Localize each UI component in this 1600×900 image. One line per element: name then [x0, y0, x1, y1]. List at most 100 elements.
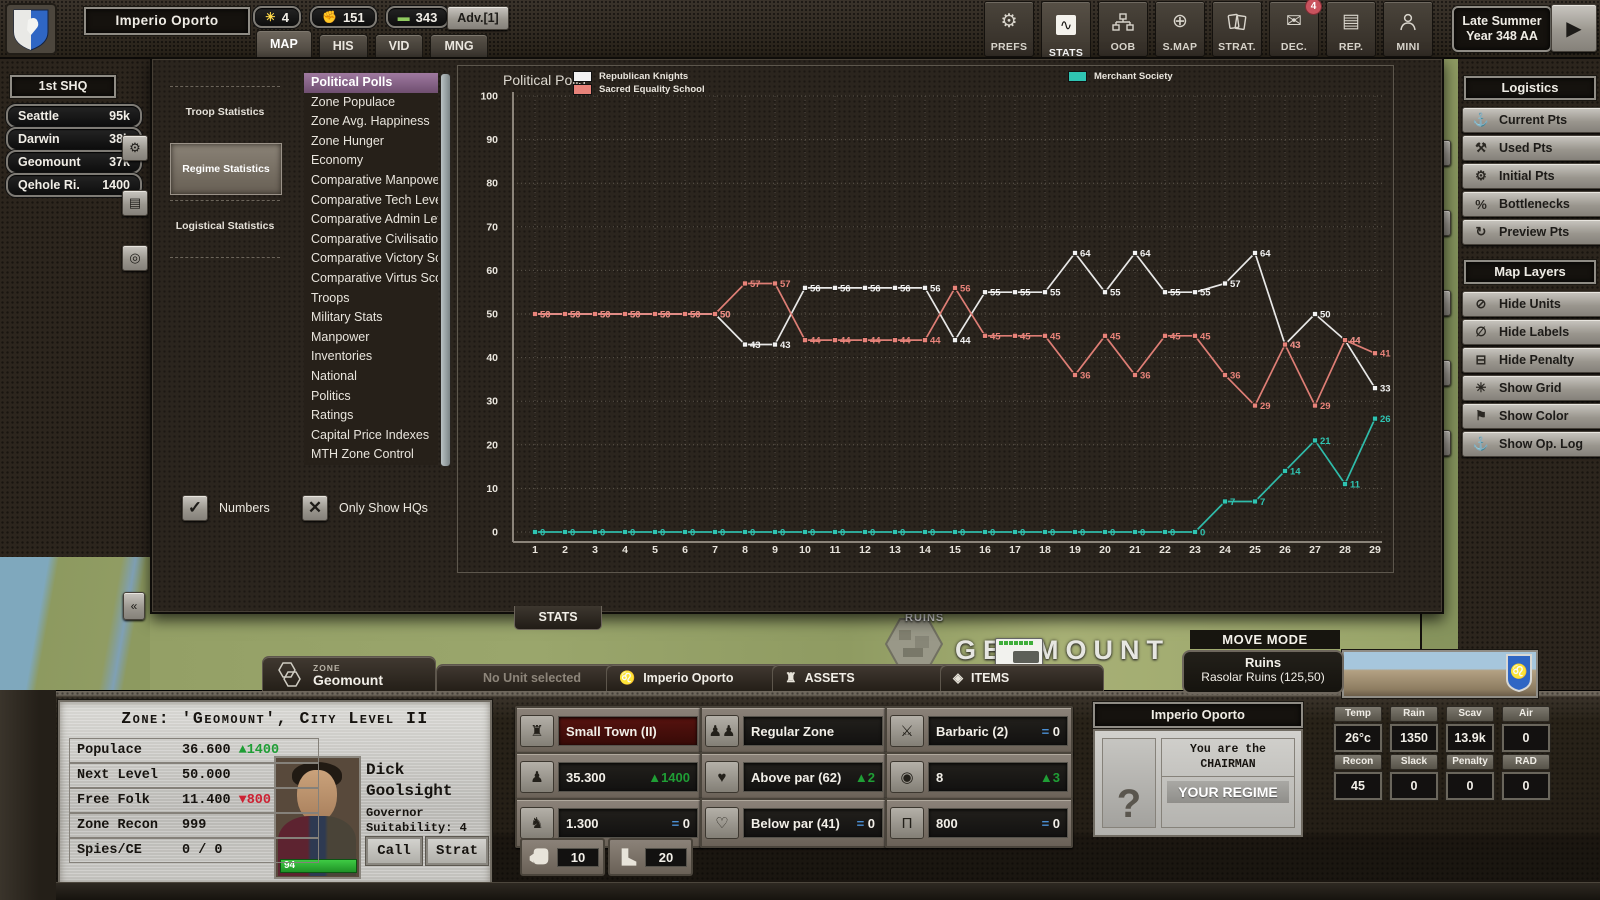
strat-button[interactable]: Strat: [426, 837, 488, 865]
zone-stat-cell[interactable]: ♟♟Regular Zone: [700, 706, 888, 756]
zone-stat-cell[interactable]: ♡Below par (41)= 0: [700, 798, 888, 848]
stats-panel-tab[interactable]: STATS: [514, 606, 602, 630]
your-regime-button[interactable]: YOUR REGIME: [1167, 781, 1289, 803]
tab-zone[interactable]: ZONE Geomount: [262, 656, 436, 691]
bottom-scrollbar[interactable]: [56, 882, 1600, 900]
city-item-seattle[interactable]: Seattle95k: [6, 104, 142, 128]
stat-menu-scrollbar[interactable]: [440, 73, 451, 467]
menu-item-comparative-virtus-score[interactable]: Comparative Virtus Score: [304, 269, 438, 289]
rep-button[interactable]: ▤REP.: [1326, 1, 1376, 57]
tab-items[interactable]: ◈ITEMS: [940, 664, 1104, 691]
menu-item-inventories[interactable]: Inventories: [304, 347, 438, 367]
stat-category-3[interactable]: Logistical Statistics: [170, 200, 280, 251]
sidebar-button-bottlenecks[interactable]: %Bottlenecks: [1462, 191, 1600, 217]
sidebar-button-initial-pts[interactable]: ⚙Initial Pts: [1462, 163, 1600, 189]
zone-stat-cell[interactable]: ♜Small Town (II): [515, 706, 703, 756]
weather-rad: RAD0: [1502, 754, 1550, 800]
zone-stat-cell[interactable]: ♥Above par (62)▲2: [700, 752, 888, 802]
zone-stat-cell[interactable]: ◉8▲3: [885, 752, 1073, 802]
zone-stat-bar: Barbaric (2)= 0: [928, 716, 1068, 746]
regime-title[interactable]: Imperio Oporto: [84, 7, 250, 35]
chip-boot-icon[interactable]: 20: [608, 838, 693, 876]
shq-header[interactable]: 1st SHQ: [10, 75, 116, 98]
sidebar-button-hide-penalty[interactable]: ⊟Hide Penalty: [1462, 347, 1600, 373]
collapse-panel-button[interactable]: «: [123, 592, 145, 620]
menu-item-zone-avg-happiness[interactable]: Zone Avg. Happiness: [304, 112, 438, 132]
governor-first-name: Dick: [366, 760, 486, 781]
location-plate[interactable]: Ruins Rasolar Ruins (125,50): [1182, 650, 1344, 694]
menu-item-comparative-civilisation[interactable]: Comparative Civilisation: [304, 230, 438, 250]
tab-assets[interactable]: ♜ASSETS: [772, 664, 960, 691]
sidebar-button-show-grid[interactable]: ✳Show Grid: [1462, 375, 1600, 401]
tab-his[interactable]: HIS: [319, 34, 368, 58]
world-map-left[interactable]: [0, 557, 150, 695]
legend-item-republican-knights: Republican Knights: [573, 70, 705, 82]
weather-label: Air: [1502, 706, 1550, 722]
zone-stat-bar: 35.300▲1400: [558, 762, 698, 792]
unit-counter[interactable]: [995, 638, 1043, 667]
regime-shield-icon[interactable]: [4, 2, 58, 56]
panel-edge-button-1[interactable]: ⚙: [122, 135, 148, 161]
menu-item-mth-zone-control[interactable]: MTH Zone Control: [304, 445, 438, 465]
sidebar-button-used-pts[interactable]: ⚒Used Pts: [1462, 135, 1600, 161]
svg-text:9: 9: [772, 544, 778, 556]
svg-text:19: 19: [1069, 544, 1081, 556]
menu-item-ratings[interactable]: Ratings: [304, 406, 438, 426]
legend-label: Republican Knights: [599, 71, 688, 82]
menu-item-economy[interactable]: Economy: [304, 151, 438, 171]
strat-button[interactable]: STRAT.: [1212, 1, 1262, 57]
tab-map[interactable]: MAP: [256, 30, 312, 58]
tab-imperio-oporto[interactable]: ♌Imperio Oporto: [606, 664, 794, 691]
sidebar-button-current-pts[interactable]: ⚓Current Pts: [1462, 107, 1600, 133]
sidebar-button-preview-pts[interactable]: ↻Preview Pts: [1462, 219, 1600, 245]
svg-text:45: 45: [990, 331, 1001, 342]
zone-stat-cell[interactable]: Π800= 0: [885, 798, 1073, 848]
sidebar-button-hide-labels[interactable]: ∅Hide Labels: [1462, 319, 1600, 345]
stats-button[interactable]: ∿STATS: [1041, 1, 1091, 63]
call-button[interactable]: Call: [366, 837, 422, 865]
smap-button[interactable]: ⊕S.MAP: [1155, 1, 1205, 57]
equal-icon: =: [672, 816, 680, 831]
menu-item-zone-hunger[interactable]: Zone Hunger: [304, 132, 438, 152]
tab-vid[interactable]: VID: [375, 34, 424, 58]
menu-item-politics[interactable]: Politics: [304, 387, 438, 407]
end-turn-button[interactable]: ▶: [1551, 4, 1597, 52]
menu-item-military-stats[interactable]: Military Stats: [304, 308, 438, 328]
menu-item-manpower[interactable]: Manpower: [304, 328, 438, 348]
menu-item-comparative-tech-levels[interactable]: Comparative Tech Levels: [304, 191, 438, 211]
checkbox-box[interactable]: ✓: [182, 495, 208, 521]
zone-stat-cell[interactable]: ♟35.300▲1400: [515, 752, 703, 802]
resource-value: 343: [416, 10, 438, 25]
sidebar-button-show-color[interactable]: ⚑Show Color: [1462, 403, 1600, 429]
tab-mng[interactable]: MNG: [430, 34, 487, 58]
menu-item-zone-populace[interactable]: Zone Populace: [304, 93, 438, 113]
svg-text:50: 50: [570, 310, 581, 321]
panel-edge-button-2[interactable]: ▤: [122, 190, 148, 216]
prefs-button[interactable]: ⚙PREFS: [984, 1, 1034, 57]
menu-item-political-polls[interactable]: Political Polls: [304, 73, 438, 93]
panel-edge-button-3[interactable]: ◎: [122, 245, 148, 271]
menu-item-comparative-victory-score[interactable]: Comparative Victory Score: [304, 249, 438, 269]
menu-item-capital-price-indexes[interactable]: Capital Price Indexes: [304, 426, 438, 446]
stat-category-2[interactable]: Regime Statistics: [170, 143, 282, 195]
zone-stat-cell[interactable]: ⚔Barbaric (2)= 0: [885, 706, 1073, 756]
chip-fist-icon[interactable]: 10: [520, 838, 605, 876]
tab-no-unit-selected[interactable]: No Unit selected: [436, 664, 628, 691]
weather-value: 13.9k: [1446, 724, 1494, 752]
sidebar-button-show-op-log[interactable]: ⚓Show Op. Log: [1462, 431, 1600, 457]
svg-text:0: 0: [750, 528, 755, 539]
oob-button[interactable]: OOB: [1098, 1, 1148, 57]
zone-stat-text: 8: [936, 770, 943, 785]
menu-item-troops[interactable]: Troops: [304, 289, 438, 309]
dec-button[interactable]: ✉DEC.4: [1269, 1, 1319, 57]
sidebar-button-hide-units[interactable]: ⊘Hide Units: [1462, 291, 1600, 317]
checkbox-box[interactable]: ✕: [302, 495, 328, 521]
menu-item-national[interactable]: National: [304, 367, 438, 387]
up-arrow-icon: ▲1400: [231, 743, 280, 758]
mini-button[interactable]: MINI: [1383, 1, 1433, 57]
menu-item-comparative-manpower[interactable]: Comparative Manpower: [304, 171, 438, 191]
menu-item-comparative-admin-levels[interactable]: Comparative Admin Levels: [304, 210, 438, 230]
stat-category-1[interactable]: Troop Statistics: [170, 86, 280, 137]
advisor-button[interactable]: Adv.[1]: [447, 6, 509, 30]
svg-text:28: 28: [1339, 544, 1351, 556]
